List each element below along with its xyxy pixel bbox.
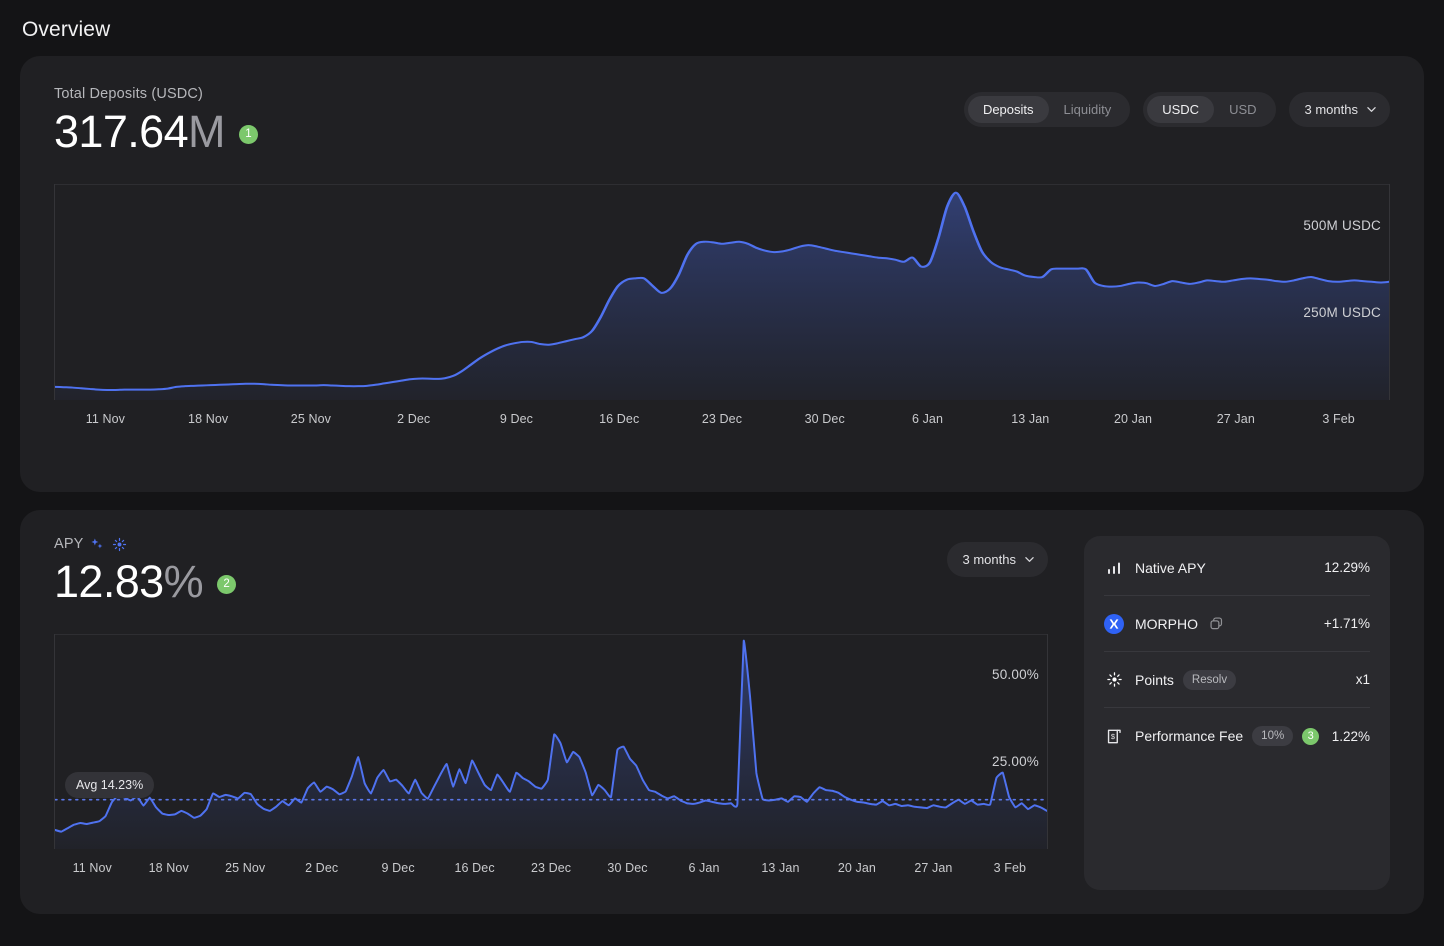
deposits-gridline-label-250m: 250M USDC xyxy=(1303,304,1381,320)
breakdown-row-performance-fee: $ Performance Fee 10% 3 1.22% xyxy=(1104,708,1370,764)
chart-top-rule xyxy=(55,634,1047,636)
apy-x-axis: 11 Nov 18 Nov 25 Nov 2 Dec 9 Dec 16 Dec 23 Dec… xyxy=(54,861,1048,875)
breakdown-name: Native APY xyxy=(1135,559,1206,576)
chart-top-rule xyxy=(55,184,1389,186)
apy-step-badge[interactable]: 2 xyxy=(217,574,237,594)
axis-tick-label: 18 Nov xyxy=(148,861,189,876)
apy-value: 12.83% xyxy=(54,554,204,610)
chevron-down-icon xyxy=(1025,555,1034,564)
breakdown-row-points: Points Resolv x1 xyxy=(1104,652,1370,708)
breakdown-value: 12.29% xyxy=(1324,560,1370,575)
axis-tick-label: 27 Jan xyxy=(914,861,953,876)
axis-tick-label: 16 Dec xyxy=(454,861,495,876)
breakdown-value: +1.71% xyxy=(1323,616,1370,631)
performance-fee-tag: 10% xyxy=(1252,726,1294,746)
apy-range-dropdown[interactable]: 3 months xyxy=(946,542,1048,577)
currency-option-usd[interactable]: USD xyxy=(1214,96,1271,123)
performance-fee-step-badge[interactable]: 3 xyxy=(1302,727,1320,745)
apy-controls: 3 months xyxy=(946,536,1048,577)
axis-tick-label: 20 Jan xyxy=(837,861,876,876)
deposits-label: Total Deposits (USDC) xyxy=(54,86,203,102)
chevron-down-icon xyxy=(1367,105,1376,114)
axis-tick-label: 6 Jan xyxy=(911,412,944,427)
axis-tick-label: 23 Dec xyxy=(530,861,572,876)
apy-header: APY 12.83% 2 3 months xyxy=(54,536,1048,610)
apy-label-row: APY xyxy=(54,536,236,552)
page-title: Overview xyxy=(22,18,111,41)
apy-average-pill: Avg 14.23% xyxy=(65,771,155,798)
mode-option-liquidity[interactable]: Liquidity xyxy=(1049,96,1127,123)
deposits-header: Total Deposits (USDC) 317.64M 1 Deposits… xyxy=(54,86,1390,160)
svg-text:$: $ xyxy=(1110,732,1115,741)
axis-tick-label: 27 Jan xyxy=(1216,412,1255,427)
apy-plot-svg xyxy=(55,640,1047,850)
currency-option-usdc[interactable]: USDC xyxy=(1147,96,1215,123)
axis-tick-label: 25 Nov xyxy=(290,412,332,427)
apy-metric: APY 12.83% 2 xyxy=(54,536,237,610)
apy-range-value: 3 months xyxy=(962,552,1016,567)
deposits-gridline-label-500m: 500M USDC xyxy=(1303,218,1381,234)
axis-tick-label: 11 Nov xyxy=(72,861,112,876)
deposits-value-number: 317.64 xyxy=(54,106,189,157)
axis-tick-label: 2 Dec xyxy=(397,412,431,427)
apy-value-row: 12.83% 2 xyxy=(54,554,237,610)
mode-option-deposits[interactable]: Deposits xyxy=(967,96,1049,123)
apy-value-number: 12.83 xyxy=(54,556,164,607)
deposits-controls: Deposits Liquidity USDC USD 3 months xyxy=(963,86,1390,127)
receipt-icon: $ xyxy=(1104,726,1124,746)
breakdown-value: 1.22% xyxy=(1331,728,1370,744)
axis-tick-label: 2 Dec xyxy=(305,861,339,876)
apy-chart[interactable]: 50.00% 25.00% Avg 14.23% xyxy=(54,634,1048,850)
deposits-metric: Total Deposits (USDC) 317.64M 1 xyxy=(54,86,258,160)
deposits-range-value: 3 months xyxy=(1304,102,1358,117)
axis-tick-label: 9 Dec xyxy=(499,412,534,427)
axis-tick-label: 3 Feb xyxy=(1322,412,1355,427)
axis-tick-label: 20 Jan xyxy=(1113,412,1153,427)
breakdown-name: MORPHO xyxy=(1135,615,1198,632)
axis-tick-label: 25 Nov xyxy=(225,861,266,876)
apy-value-unit: % xyxy=(163,556,204,607)
axis-tick-label: 30 Dec xyxy=(607,861,648,876)
apy-gridline-label-50: 50.00% xyxy=(992,666,1039,682)
apy-label: APY xyxy=(54,536,84,552)
deposits-plot-svg xyxy=(55,191,1389,401)
deposits-value-unit: M xyxy=(188,106,225,157)
mode-toggle-group: Deposits Liquidity xyxy=(963,92,1131,127)
deposits-value: 317.64M xyxy=(54,104,226,160)
points-sparkle-icon xyxy=(112,537,127,552)
overview-page: Overview Total Deposits (USDC) 317.64M 1… xyxy=(0,0,1444,914)
axis-tick-label: 18 Nov xyxy=(188,412,229,427)
apy-gridline-label-25: 25.00% xyxy=(992,753,1039,769)
breakdown-name: Points xyxy=(1135,671,1174,688)
total-deposits-card: Total Deposits (USDC) 317.64M 1 Deposits… xyxy=(20,56,1424,492)
apy-card: APY 12.83% 2 3 months 50.00% 25.00% Avg … xyxy=(20,510,1424,914)
deposits-range-dropdown[interactable]: 3 months xyxy=(1288,92,1390,127)
axis-tick-label: 9 Dec xyxy=(381,861,415,876)
breakdown-row-native-apy: Native APY 12.29% xyxy=(1104,540,1370,596)
deposits-value-row: 317.64M 1 xyxy=(54,104,258,160)
deposits-step-badge[interactable]: 1 xyxy=(238,124,258,144)
morpho-logo-icon xyxy=(1104,613,1124,634)
breakdown-value: x1 xyxy=(1355,672,1370,687)
sparkle-icon xyxy=(1104,670,1124,690)
axis-tick-label: 13 Jan xyxy=(1011,412,1050,427)
axis-tick-label: 6 Jan xyxy=(688,861,720,876)
bar-chart-icon xyxy=(1104,558,1124,578)
breakdown-row-morpho: MORPHO +1.71% xyxy=(1104,596,1370,652)
axis-tick-label: 30 Dec xyxy=(804,412,845,427)
sparkles-icon xyxy=(90,537,105,552)
apy-breakdown-panel: Native APY 12.29% MORPHO +1.71% Points R… xyxy=(1084,536,1390,890)
axis-tick-label: 13 Jan xyxy=(761,861,800,876)
currency-toggle-group: USDC USD xyxy=(1143,92,1276,127)
points-program-tag: Resolv xyxy=(1182,669,1237,690)
apy-card-left: APY 12.83% 2 3 months 50.00% 25.00% Avg … xyxy=(54,536,1048,914)
deposits-x-axis: 11 Nov 18 Nov 25 Nov 2 Dec 9 Dec 16 Dec 23 Dec… xyxy=(54,412,1390,426)
deposits-chart[interactable]: 500M USDC 250M USDC xyxy=(54,184,1390,401)
axis-tick-label: 23 Dec xyxy=(701,412,743,427)
axis-tick-label: 16 Dec xyxy=(599,412,640,427)
copy-icon[interactable] xyxy=(1209,616,1224,631)
axis-tick-label: 3 Feb xyxy=(993,861,1027,876)
axis-tick-label: 11 Nov xyxy=(85,412,126,427)
breakdown-name: Performance Fee xyxy=(1135,728,1244,744)
